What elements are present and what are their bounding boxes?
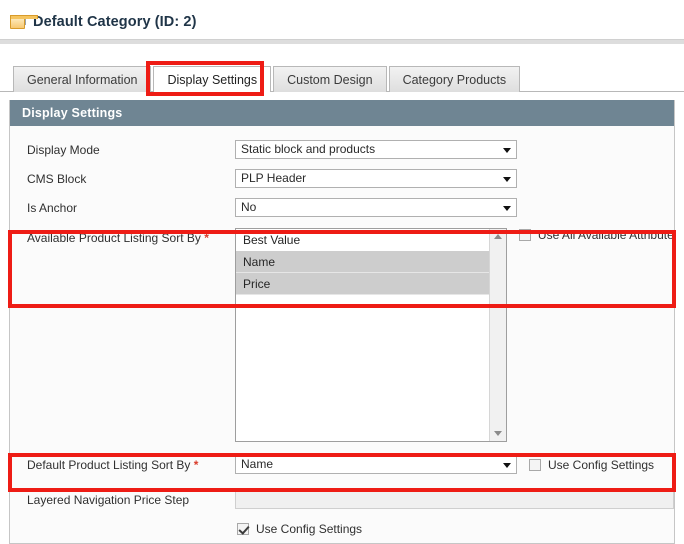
chevron-down-icon (503, 176, 511, 182)
scroll-up-arrow-icon[interactable] (493, 234, 502, 239)
required-marker: * (204, 231, 209, 245)
label-default-sort-by: Default Product Listing Sort By * (27, 458, 235, 472)
row-cms-block: CMS Block PLP Header (10, 164, 674, 193)
row-default-sort-by: Default Product Listing Sort By * Name U… (10, 450, 674, 479)
tab-custom-design[interactable]: Custom Design (273, 66, 387, 92)
chevron-down-icon (503, 462, 511, 468)
chevron-down-icon (503, 147, 511, 153)
checkbox-label: Use Config Settings (256, 521, 363, 536)
checkbox-box-icon[interactable] (529, 458, 541, 471)
select-is-anchor-value: No (241, 200, 257, 214)
tab-display-settings[interactable]: Display Settings (153, 66, 272, 93)
label-is-anchor: Is Anchor (27, 200, 78, 215)
label-available-sort-by-text: Available Product Listing Sort By (27, 231, 201, 245)
checkbox-default-sort-use-config-settings[interactable]: Use Config Settings (529, 458, 654, 472)
option-best-value[interactable]: Best Value (236, 229, 489, 251)
multiselect-scrollbar[interactable] (488, 229, 506, 441)
checkbox-label: Use All Available Attributes (537, 228, 674, 242)
row-is-anchor: Is Anchor No (10, 193, 674, 222)
tab-strip: General Information Display Settings Cus… (0, 65, 684, 93)
label-default-sort-by-text: Default Product Listing Sort By (27, 457, 191, 472)
row-price-step: Layered Navigation Price Step (10, 485, 674, 514)
checkbox-use-all-available-attributes[interactable]: Use All Available Attributes (518, 228, 674, 242)
select-cms-block-value: PLP Header (241, 171, 307, 185)
row-price-step-use-config: Use Config Settings (10, 514, 674, 543)
page-header: Default Category (ID: 2) (0, 0, 684, 34)
row-available-sort-by: Available Product Listing Sort By * Best… (10, 228, 674, 442)
multiselect-available-sort-by[interactable]: Best Value Name Price (235, 228, 507, 442)
select-cms-block[interactable]: PLP Header (235, 169, 517, 188)
category-folder-icon (10, 14, 38, 30)
required-marker: * (193, 457, 199, 472)
page-title: Default Category (ID: 2) (33, 14, 197, 30)
select-display-mode[interactable]: Static block and products (235, 140, 517, 159)
label-cms-block: CMS Block (27, 171, 87, 186)
panel-body: Display Mode Static block and products C… (10, 126, 674, 543)
checkbox-box-icon[interactable] (518, 229, 531, 241)
checkbox-label: Use Config Settings (548, 457, 655, 472)
tab-general-information[interactable]: General Information (13, 66, 152, 92)
option-price[interactable]: Price (236, 273, 489, 295)
panel-title: Display Settings (10, 100, 674, 126)
display-settings-panel: Display Settings Display Mode Static blo… (9, 100, 675, 544)
chevron-down-icon (503, 205, 511, 211)
select-is-anchor[interactable]: No (235, 198, 517, 217)
select-default-sort-by[interactable]: Name (235, 455, 517, 474)
tab-category-products[interactable]: Category Products (388, 66, 521, 92)
title-divider (0, 39, 684, 44)
row-display-mode: Display Mode Static block and products (10, 135, 674, 164)
scroll-down-arrow-icon[interactable] (493, 431, 502, 436)
multiselect-options: Best Value Name Price (236, 229, 489, 295)
label-available-sort-by: Available Product Listing Sort By * (27, 228, 235, 245)
checkbox-price-step-use-config-settings[interactable]: Use Config Settings (237, 522, 362, 536)
input-price-step (235, 490, 674, 509)
label-price-step: Layered Navigation Price Step (27, 492, 190, 507)
select-display-mode-value: Static block and products (241, 142, 376, 156)
select-default-sort-by-value: Name (241, 457, 274, 471)
label-display-mode: Display Mode (27, 142, 100, 157)
option-name[interactable]: Name (236, 251, 489, 273)
